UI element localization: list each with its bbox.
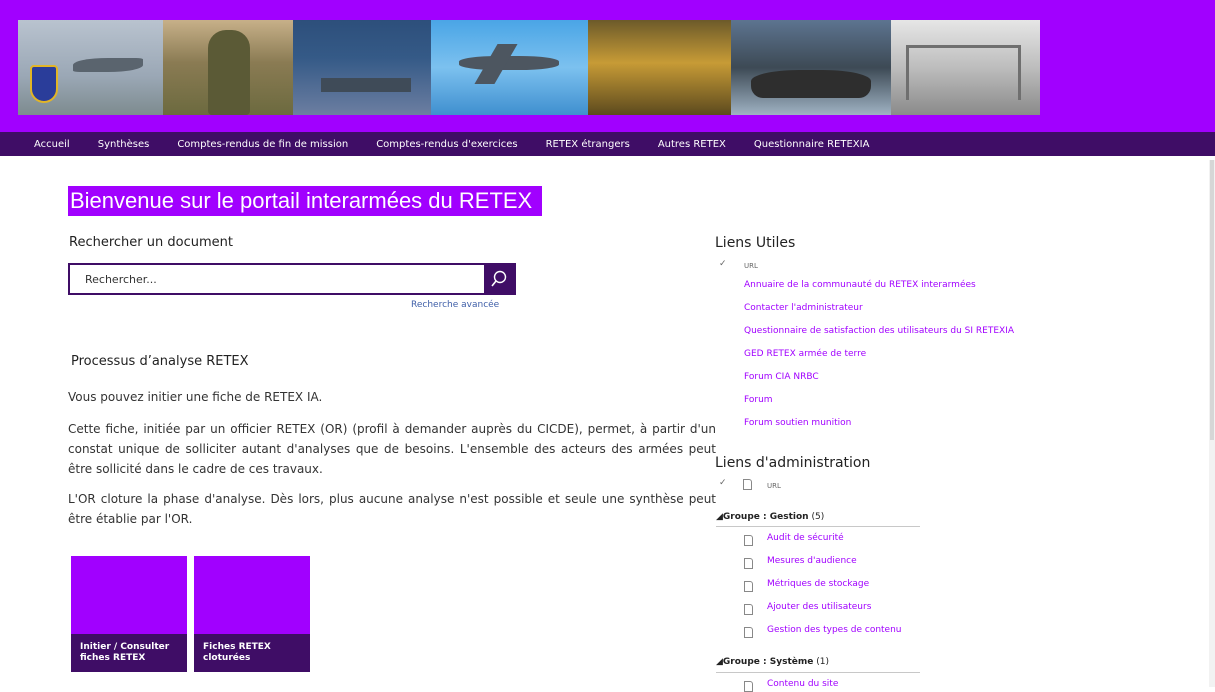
search-icon: [491, 270, 507, 287]
useful-links-title: Liens Utiles: [715, 235, 796, 251]
intro-paragraph: Vous pouvez initier une fiche de RETEX I…: [68, 390, 323, 404]
link-forum[interactable]: Forum: [744, 395, 773, 405]
link-mesures-audience[interactable]: Mesures d'audience: [767, 556, 857, 566]
tile-label: Fiches RETEX cloturées: [194, 634, 310, 672]
link-contacter-admin[interactable]: Contacter l'administrateur: [744, 303, 863, 313]
nav-questionnaire-retexia[interactable]: Questionnaire RETEXIA: [754, 139, 870, 150]
page-title: Bienvenue sur le portail interarmées du …: [68, 186, 543, 216]
search-button[interactable]: [484, 265, 514, 293]
link-forum-soutien-munition[interactable]: Forum soutien munition: [744, 418, 851, 428]
document-icon: [744, 627, 753, 638]
document-icon: [743, 479, 752, 490]
ship-icon: [321, 78, 411, 92]
nav-comptes-rendus-exercices[interactable]: Comptes-rendus d'exercices: [376, 139, 517, 150]
search-box: [68, 263, 516, 295]
link-annuaire[interactable]: Annuaire de la communauté du RETEX inter…: [744, 280, 976, 290]
group-gestion-header[interactable]: ◢Groupe : Gestion (5): [716, 512, 824, 522]
document-icon: [744, 558, 753, 569]
admin-links-title: Liens d'administration: [715, 455, 871, 471]
banner-photo-aircraft: [18, 20, 163, 115]
document-icon: [744, 604, 753, 615]
header-banner: [0, 0, 1215, 132]
scrollbar-thumb[interactable]: [1210, 160, 1214, 440]
crest-logo-icon: [30, 65, 58, 103]
group-count: (5): [811, 512, 825, 522]
search-label: Rechercher un document: [69, 235, 233, 250]
group-systeme-header[interactable]: ◢Groupe : Système (1): [716, 657, 829, 667]
link-audit-securite[interactable]: Audit de sécurité: [767, 533, 844, 543]
banner-photo-strip: [18, 20, 1040, 115]
checkmark-icon: ✓: [719, 478, 727, 488]
url-column-header: URL: [767, 482, 781, 490]
banner-photo-soldier: [163, 20, 293, 115]
banner-photo-transport-plane: [431, 20, 588, 115]
link-contenu-site[interactable]: Contenu du site: [767, 679, 838, 689]
jet-icon: [73, 58, 143, 72]
divider: [716, 672, 920, 673]
group-count: (1): [816, 657, 829, 667]
closure-paragraph: L'OR cloture la phase d'analyse. Dès lor…: [68, 492, 716, 526]
nav-comptes-rendus-fin-mission[interactable]: Comptes-rendus de fin de mission: [177, 139, 348, 150]
tile-label: Initier / Consulter fiches RETEX: [71, 634, 187, 672]
group-name: Groupe : Gestion: [722, 512, 809, 522]
banner-photo-boat: [731, 20, 891, 115]
banner-photo-navy: [293, 20, 431, 115]
search-input[interactable]: [70, 265, 484, 293]
section-title: Processus d’analyse RETEX: [71, 354, 249, 369]
banner-photo-artillery: [588, 20, 731, 115]
link-metriques-stockage[interactable]: Métriques de stockage: [767, 579, 869, 589]
nav-retex-etrangers[interactable]: RETEX étrangers: [546, 139, 630, 150]
document-icon: [744, 581, 753, 592]
link-questionnaire-satisfaction[interactable]: Questionnaire de satisfaction des utilis…: [744, 326, 1014, 336]
link-ajouter-utilisateurs[interactable]: Ajouter des utilisateurs: [767, 602, 871, 612]
nav-syntheses[interactable]: Synthèses: [98, 139, 150, 150]
top-navigation: Accueil Synthèses Comptes-rendus de fin …: [0, 132, 1215, 156]
boat-icon: [751, 70, 871, 98]
group-name: Groupe : Système: [722, 657, 814, 667]
tile-initier-consulter[interactable]: Initier / Consulter fiches RETEX: [71, 556, 187, 672]
document-icon: [744, 535, 753, 546]
hangar-icon: [906, 45, 1021, 100]
divider: [716, 526, 920, 527]
link-gestion-types-contenu[interactable]: Gestion des types de contenu: [767, 625, 902, 635]
collapse-triangle-icon: ◢: [716, 657, 723, 667]
advanced-search-link[interactable]: Recherche avancée: [411, 300, 499, 310]
tile-fiches-cloturees[interactable]: Fiches RETEX cloturées: [194, 556, 310, 672]
soldier-icon: [208, 30, 250, 115]
checkmark-icon: ✓: [719, 259, 727, 269]
url-column-header: URL: [744, 262, 758, 270]
link-ged-retex[interactable]: GED RETEX armée de terre: [744, 349, 866, 359]
collapse-triangle-icon: ◢: [716, 512, 723, 522]
banner-photo-hangar: [891, 20, 1040, 115]
nav-accueil[interactable]: Accueil: [34, 139, 70, 150]
link-forum-cia-nrbc[interactable]: Forum CIA NRBC: [744, 372, 819, 382]
nav-autres-retex[interactable]: Autres RETEX: [658, 139, 726, 150]
description-paragraph: Cette fiche, initiée par un officier RET…: [68, 422, 716, 476]
